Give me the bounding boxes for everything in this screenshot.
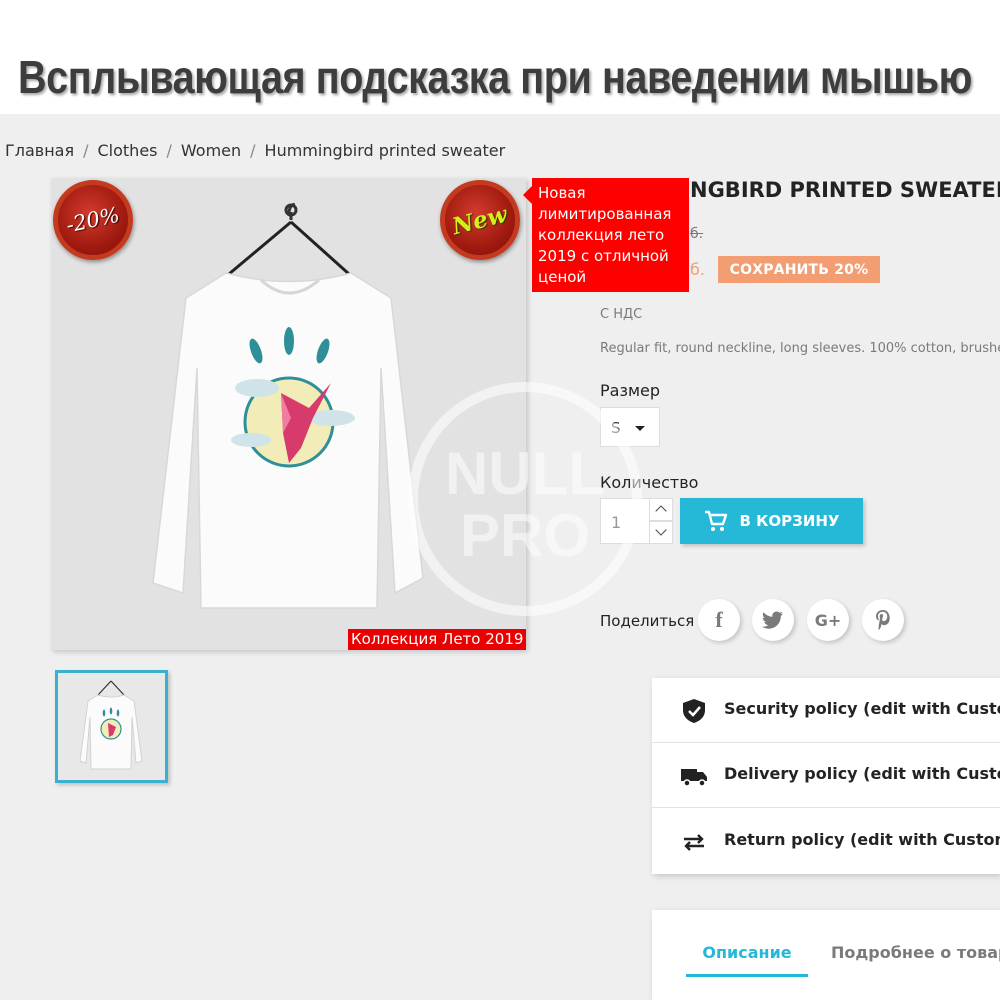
delivery-policy-label: Delivery policy (edit with Custom [724, 764, 1000, 783]
cart-icon [704, 510, 727, 531]
google-plus-share-button[interactable]: G+ [807, 599, 849, 641]
twitter-share-button[interactable] [752, 599, 794, 641]
return-policy-label: Return policy (edit with Custome [724, 830, 1000, 849]
regular-price: б. [690, 226, 704, 242]
reassurance-block: Security policy (edit with Custom Delive… [652, 678, 1000, 874]
product-title: NGBIRD PRINTED SWEATER [690, 178, 1000, 202]
tax-label: С НДС [600, 307, 643, 322]
quantity-input[interactable]: 1 [600, 498, 650, 544]
size-select-value: S [611, 419, 621, 437]
caret-down-icon [635, 426, 645, 431]
short-description: Regular fit, round neckline, long sleeve… [600, 341, 1000, 356]
size-select[interactable]: S [600, 407, 660, 447]
swap-arrows-icon [684, 834, 704, 851]
thumbnail-sweater-image [79, 680, 143, 770]
tab-product-details[interactable]: Подробнее о товар [831, 943, 1000, 962]
new-badge[interactable]: New [440, 180, 520, 260]
truck-icon [681, 769, 707, 787]
breadcrumb-home[interactable]: Главная [5, 141, 74, 160]
quantity-increase-button[interactable] [649, 498, 673, 521]
security-policy-row[interactable]: Security policy (edit with Custom [652, 678, 1000, 743]
product-tabs: Описание Подробнее о товар [652, 910, 1000, 1000]
pinterest-share-button[interactable] [862, 599, 904, 641]
new-badge-text: New [449, 200, 511, 240]
facebook-icon: f [715, 607, 723, 632]
delivery-policy-row[interactable]: Delivery policy (edit with Custom [652, 743, 1000, 808]
pinterest-icon [876, 610, 890, 631]
quantity-decrease-button[interactable] [649, 521, 673, 544]
collection-label: Коллекция Лето 2019 [348, 629, 527, 650]
breadcrumb: Главная / Clothes / Women / Hummingbird printe… [5, 141, 506, 160]
discount-badge: -20% [53, 180, 133, 260]
return-policy-row[interactable]: Return policy (edit with Custome [652, 809, 1000, 874]
quantity-label: Количество [600, 473, 699, 492]
shield-icon [683, 699, 705, 723]
banner-title: Всплывающая подсказка при наведении мышь… [18, 51, 972, 103]
breadcrumb-clothes[interactable]: Clothes [98, 141, 158, 160]
discount-save-badge: СОХРАНИТЬ 20% [718, 256, 880, 283]
tab-description[interactable]: Описание [686, 943, 808, 977]
google-plus-icon: G+ [814, 610, 842, 630]
add-to-cart-label: В КОРЗИНУ [739, 512, 840, 530]
breadcrumb-current: Hummingbird printed sweater [264, 141, 506, 160]
new-badge-tooltip: Новая лимитированная коллекция лето 2019… [523, 178, 689, 292]
add-to-cart-button[interactable]: В КОРЗИНУ [680, 498, 863, 544]
size-label: Размер [600, 381, 661, 400]
facebook-share-button[interactable]: f [698, 599, 740, 641]
product-thumbnail[interactable] [55, 670, 168, 783]
security-policy-label: Security policy (edit with Custom [724, 699, 1000, 718]
share-label: Поделиться [600, 612, 695, 630]
current-price: б. [690, 260, 705, 279]
banner: Всплывающая подсказка при наведении мышь… [0, 0, 1000, 114]
discount-badge-text: -20% [64, 202, 122, 238]
twitter-icon [762, 611, 783, 629]
breadcrumb-women[interactable]: Women [181, 141, 241, 160]
